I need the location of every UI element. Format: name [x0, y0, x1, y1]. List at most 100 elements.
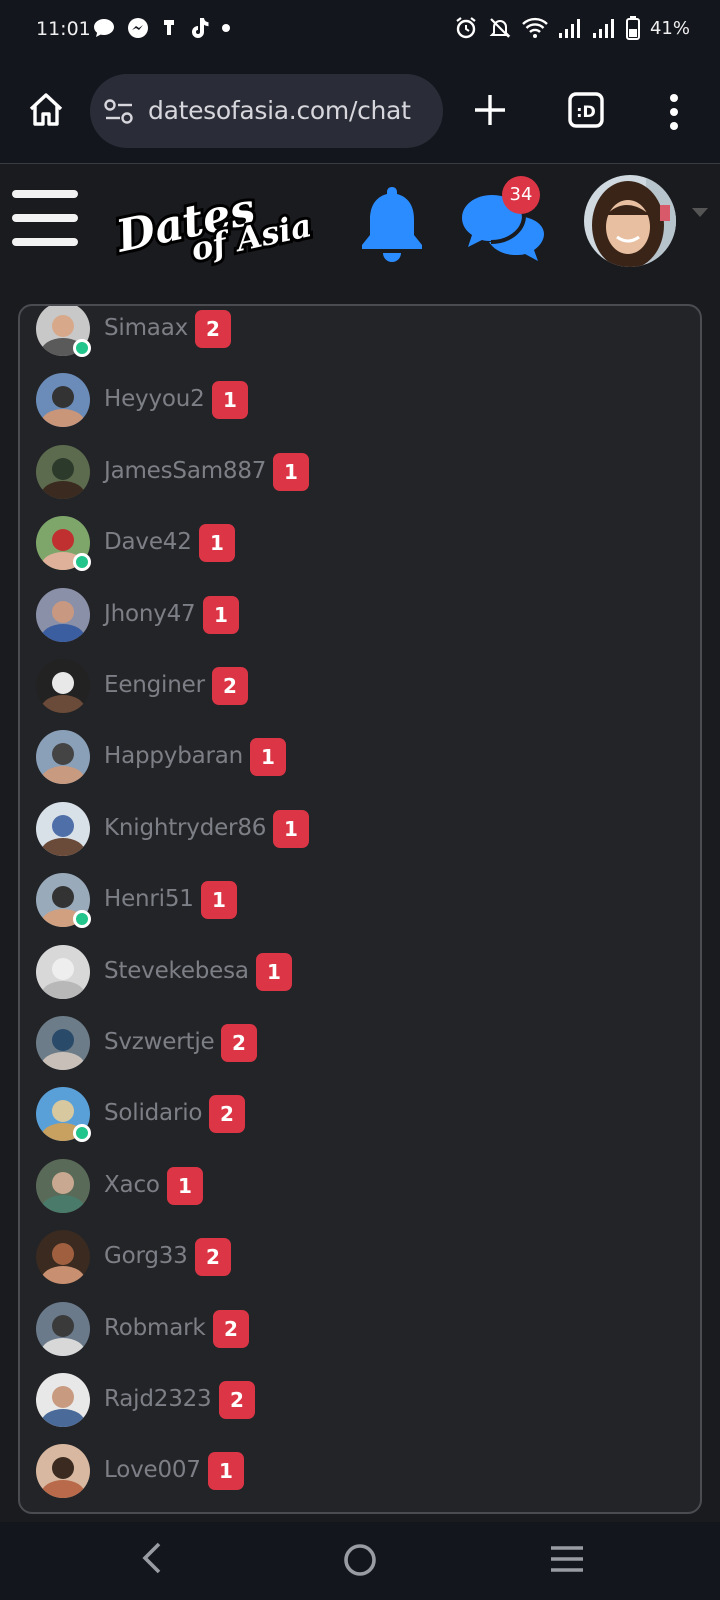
unread-count-badge: 2 [212, 667, 248, 705]
chat-list-item[interactable]: Love007 1 [36, 1444, 676, 1500]
user-avatar[interactable] [36, 801, 90, 856]
username[interactable]: Stevekebesa [104, 958, 249, 984]
chat-list-item[interactable]: Knightryder86 1 [36, 801, 676, 858]
nav-recents-button[interactable] [548, 1544, 586, 1578]
user-avatar[interactable] [36, 1301, 90, 1356]
address-bar[interactable]: datesofasia.com/chat [90, 74, 443, 148]
unread-count-badge: 1 [256, 952, 292, 991]
username[interactable]: Gorg33 [104, 1243, 188, 1269]
username[interactable]: Eenginer [104, 672, 205, 698]
user-avatar[interactable] [36, 1158, 90, 1213]
online-status-dot [73, 339, 91, 357]
notifications-button[interactable] [356, 183, 428, 263]
battery-percent: 41% [649, 17, 690, 39]
tab-switcher-label: :D [576, 102, 596, 121]
username[interactable]: Robmark [104, 1315, 206, 1341]
username[interactable]: Love007 [104, 1457, 201, 1483]
username[interactable]: Happybaran [104, 743, 243, 769]
home-icon [29, 93, 63, 126]
online-status-dot [73, 910, 91, 929]
user-avatar[interactable] [36, 659, 90, 713]
unread-count-badge: 1 [273, 809, 309, 848]
online-status-dot [73, 1124, 91, 1143]
chat-list-item[interactable]: Eenginer 2 [36, 659, 676, 715]
nav-home-button[interactable] [340, 1540, 380, 1584]
username[interactable]: JamesSam887 [104, 458, 266, 484]
unread-count-badge: 1 [199, 524, 235, 563]
username[interactable]: Xaco [104, 1172, 160, 1198]
unread-count-badge: 2 [195, 310, 231, 348]
chat-list-item[interactable]: Xaco 1 [36, 1158, 676, 1215]
system-icons: 41% [454, 16, 690, 40]
profile-avatar[interactable] [584, 175, 676, 267]
wifi-icon [522, 17, 548, 38]
chat-list-item[interactable]: Stevekebesa 1 [36, 944, 676, 1001]
chat-list-item[interactable]: Gorg33 2 [36, 1230, 676, 1286]
user-avatar[interactable] [36, 1016, 90, 1070]
username[interactable]: Dave42 [104, 529, 192, 555]
browser-menu-button[interactable] [660, 92, 688, 132]
new-tab-button[interactable] [470, 90, 510, 130]
user-avatar[interactable] [36, 1373, 90, 1427]
chat-list-item[interactable]: Svzwertje 2 [36, 1016, 676, 1072]
user-photo [36, 1158, 90, 1213]
user-photo [36, 1230, 90, 1285]
user-photo [36, 1444, 90, 1499]
profile-photo [584, 175, 676, 267]
chat-list-item[interactable]: Jhony47 1 [36, 587, 676, 644]
tiktok-icon [192, 18, 209, 38]
notification-icons [92, 16, 232, 40]
status-time: 11:01 [36, 18, 91, 40]
profile-dropdown-caret-icon[interactable] [692, 208, 708, 217]
user-avatar[interactable] [36, 730, 90, 785]
username[interactable]: Simaax [104, 315, 188, 341]
chat-bubble-icon [94, 19, 114, 37]
username[interactable]: Rajd2323 [104, 1386, 212, 1412]
user-avatar[interactable] [36, 1444, 90, 1499]
user-avatar[interactable] [36, 373, 90, 428]
site-settings-icon[interactable] [104, 99, 134, 125]
chat-list-item[interactable]: Dave42 1 [36, 516, 676, 572]
chat-list-item[interactable]: Solidario 2 [36, 1087, 676, 1143]
status-bar: 11:01 41% [0, 0, 720, 62]
username[interactable]: Knightryder86 [104, 815, 266, 841]
site-logo[interactable]: Dates of Asia [107, 171, 318, 272]
unread-count-badge: 1 [212, 381, 248, 420]
user-avatar[interactable] [36, 587, 90, 642]
username[interactable]: Jhony47 [104, 601, 196, 627]
chat-list-item[interactable]: Rajd2323 2 [36, 1373, 676, 1429]
user-photo [36, 444, 90, 499]
user-photo [36, 1016, 90, 1070]
battery-icon [625, 16, 640, 40]
mute-icon [489, 18, 511, 38]
unread-count-badge: 2 [195, 1238, 231, 1277]
unread-count-badge: 1 [208, 1452, 244, 1491]
user-photo [36, 801, 90, 856]
username[interactable]: Heyyou2 [104, 386, 205, 412]
username[interactable]: Henri51 [104, 886, 194, 912]
chat-list-item[interactable]: Heyyou2 1 [36, 373, 676, 429]
unread-count-badge: 1 [250, 738, 286, 777]
user-avatar[interactable] [36, 444, 90, 499]
user-avatar[interactable] [36, 944, 90, 999]
chat-list-item[interactable]: Happybaran 1 [36, 730, 676, 786]
hamburger-menu-button[interactable] [12, 190, 80, 250]
chat-list-item[interactable]: Simaax 2 [36, 306, 676, 358]
signal-icon [592, 19, 614, 38]
chat-list-item[interactable]: Robmark 2 [36, 1301, 676, 1358]
tab-switcher-button[interactable]: :D [566, 90, 606, 130]
nav-back-button[interactable] [140, 1540, 164, 1580]
chat-list-item[interactable]: Henri51 1 [36, 873, 676, 929]
chat-list-item[interactable]: JamesSam887 1 [36, 444, 676, 501]
back-chevron-icon [142, 1542, 161, 1574]
chat-list-panel: Simaax 2 Heyyou2 1 JamesSam887 1 Dave42 1 Jhony4… [18, 304, 702, 1514]
unread-count-badge: 2 [209, 1095, 245, 1134]
online-status-dot [73, 553, 91, 572]
user-photo [36, 587, 90, 642]
home-button[interactable] [26, 90, 66, 130]
home-circle-icon [344, 1544, 376, 1576]
user-photo [36, 730, 90, 785]
user-avatar[interactable] [36, 1230, 90, 1285]
username[interactable]: Solidario [104, 1100, 202, 1126]
username[interactable]: Svzwertje [104, 1029, 215, 1055]
